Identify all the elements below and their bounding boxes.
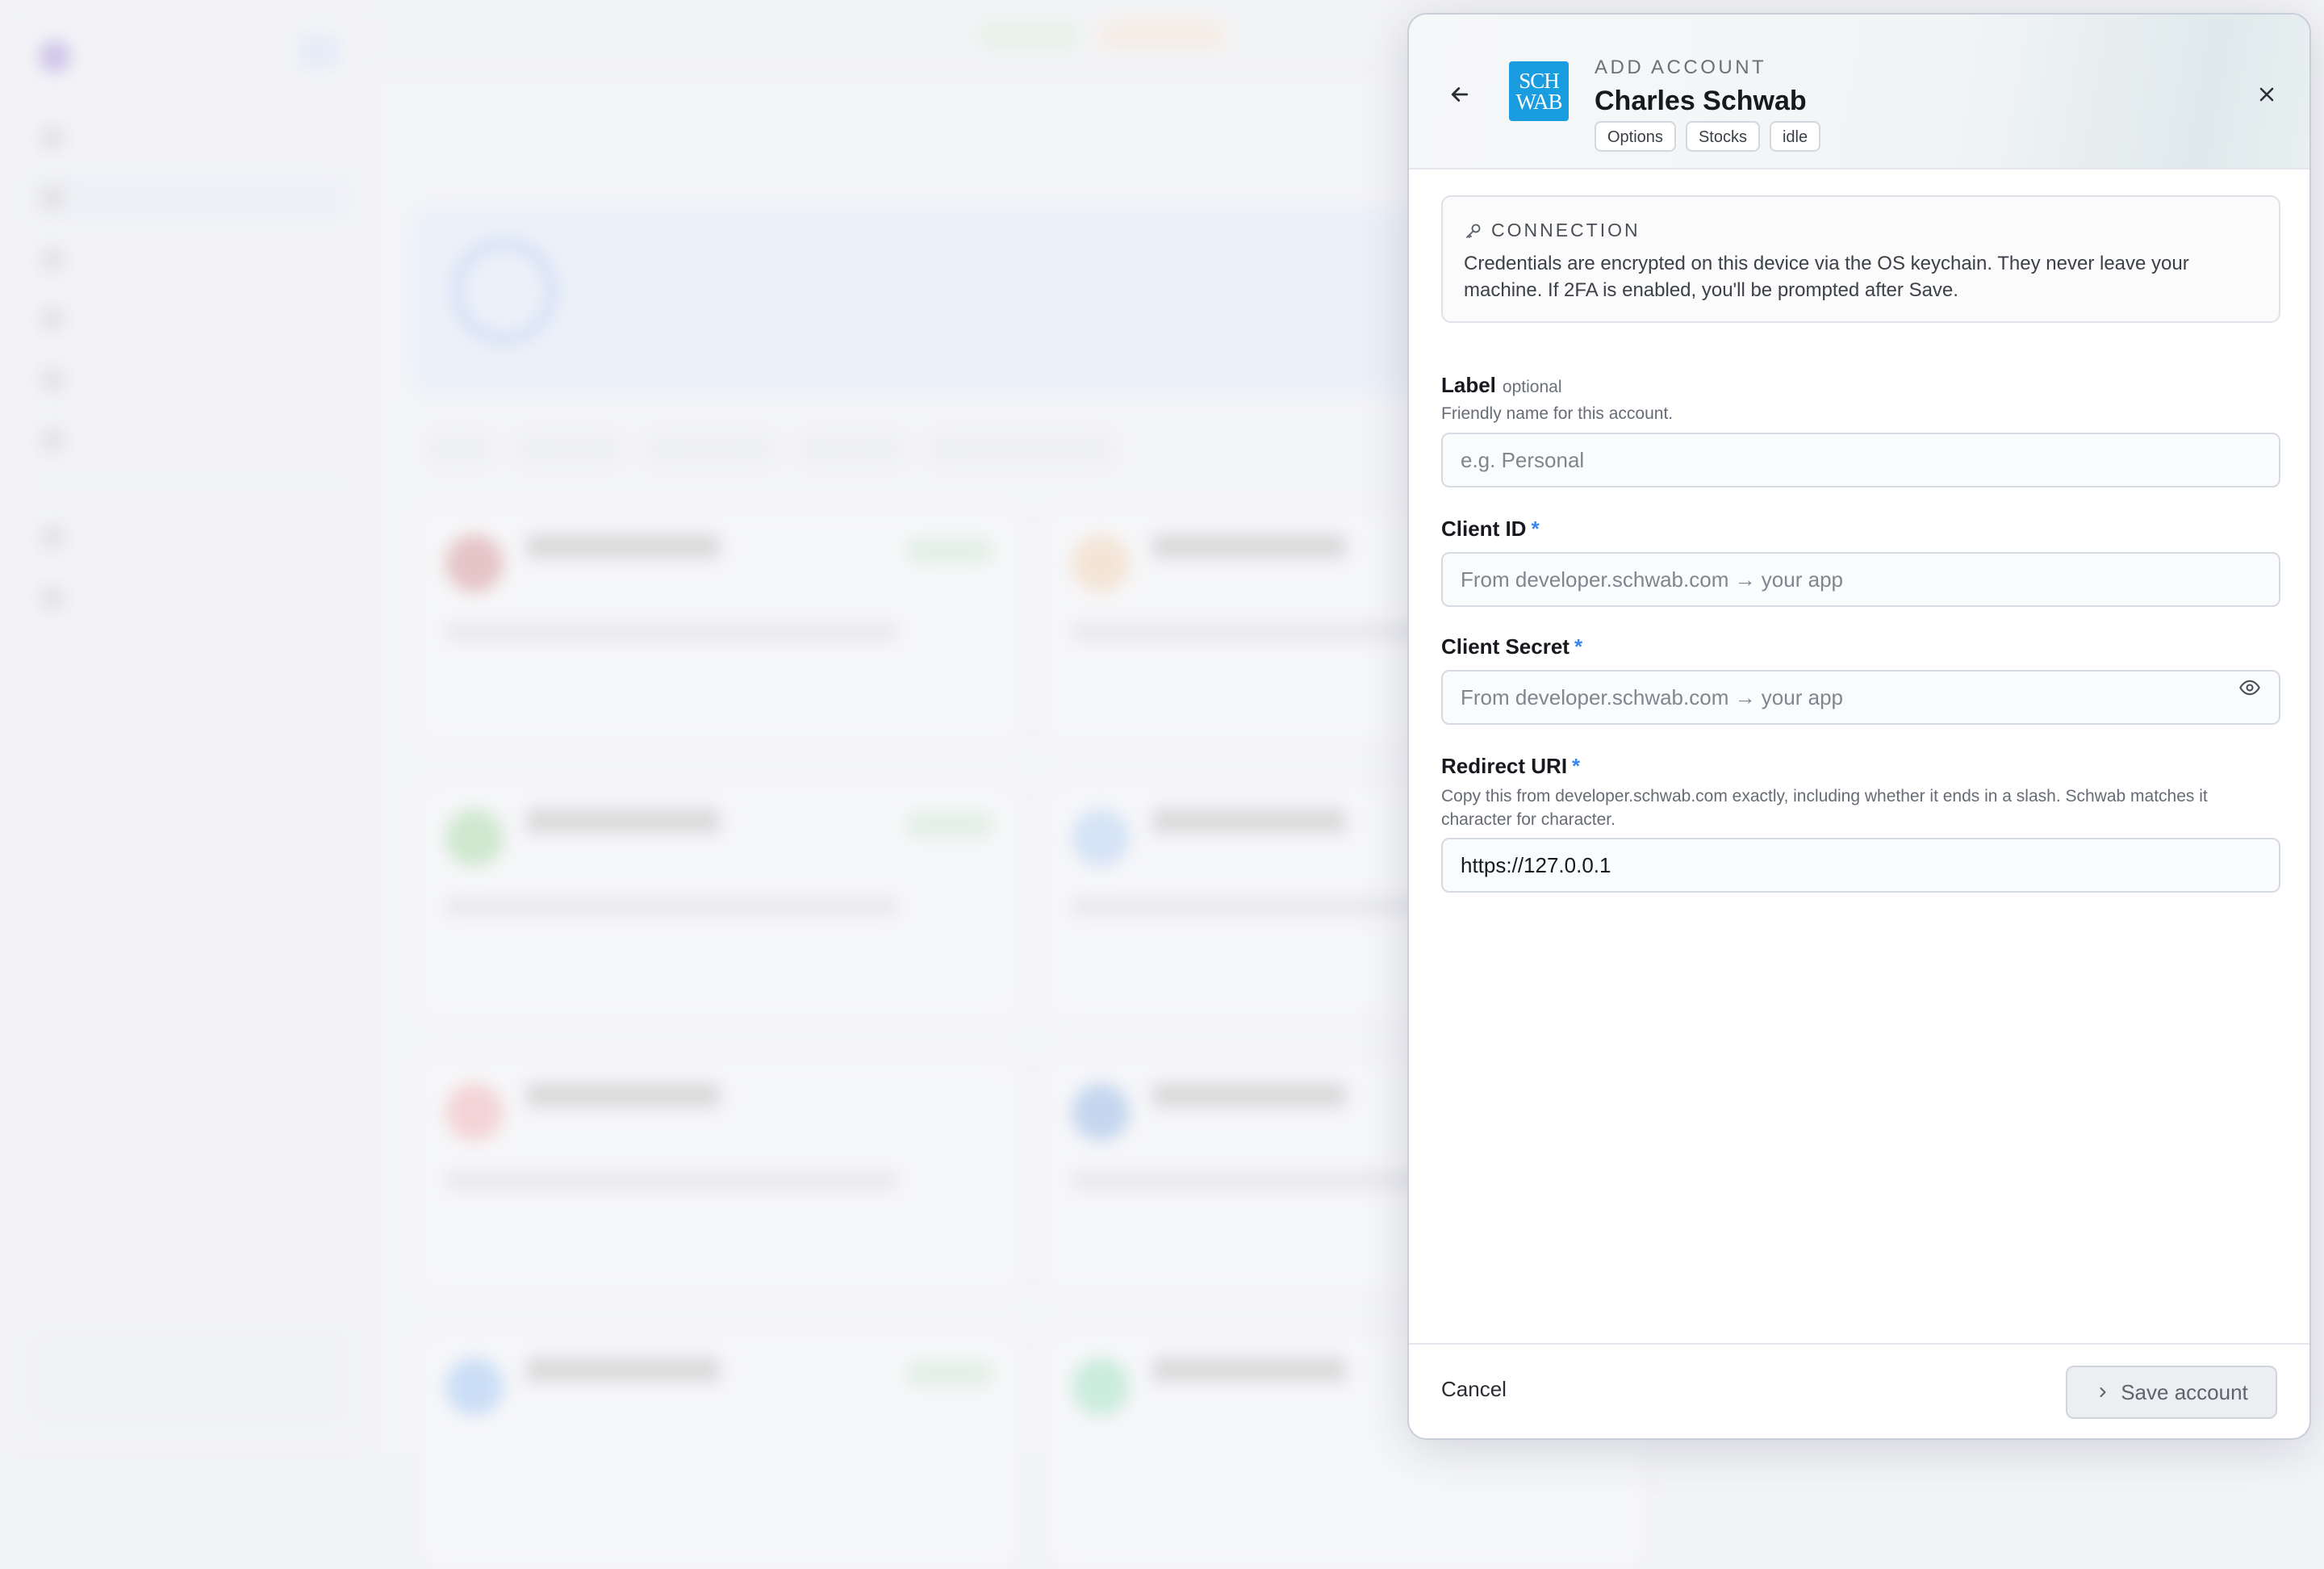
label-input[interactable] (1441, 433, 2280, 487)
connection-heading: CONNECTION (1464, 220, 1641, 241)
logo-line-1: SCH (1519, 69, 1560, 93)
tag-options: Options (1595, 121, 1676, 152)
required-marker: * (1572, 754, 1581, 778)
broker-tags: Options Stocks idle (1595, 121, 1821, 152)
client-id-label: Client ID * (1441, 517, 1540, 542)
redirect-uri-input[interactable] (1441, 838, 2280, 893)
schwab-logo: SCH WAB (1509, 61, 1569, 121)
close-button[interactable] (2248, 76, 2285, 113)
client-id-title: Client ID (1441, 517, 1527, 541)
connection-text: Credentials are encrypted on this device… (1464, 253, 2189, 301)
eye-icon (2239, 680, 2260, 696)
connection-info-box: CONNECTION Credentials are encrypted on … (1441, 195, 2280, 323)
arrow-left-icon (1451, 87, 1469, 102)
redirect-uri-label: Redirect URI * (1441, 754, 1580, 779)
chevron-right-icon (2100, 1387, 2106, 1397)
add-account-panel: SCH WAB ADD ACCOUNT Charles Schwab Optio… (1407, 13, 2311, 1440)
logo-line-2: WAB (1515, 90, 1563, 114)
client-id-input[interactable] (1441, 552, 2280, 607)
save-account-label: Save account (2121, 1379, 2248, 1404)
required-marker: * (1574, 634, 1583, 659)
panel-eyebrow: ADD ACCOUNT (1595, 56, 1767, 78)
optional-hint: optional (1502, 378, 1562, 396)
label-field-title: Label (1441, 373, 1496, 397)
label-field-label: Label optional (1441, 373, 1561, 398)
panel-header: SCH WAB ADD ACCOUNT Charles Schwab Optio… (1409, 15, 2309, 169)
connection-heading-label: CONNECTION (1491, 220, 1641, 241)
client-secret-input[interactable] (1441, 670, 2280, 725)
client-secret-label: Client Secret * (1441, 634, 1582, 659)
close-icon (2259, 87, 2274, 102)
client-secret-title: Client Secret (1441, 634, 1570, 659)
required-marker: * (1531, 517, 1540, 541)
tag-stocks: Stocks (1685, 121, 1760, 152)
cancel-button[interactable]: Cancel (1441, 1377, 1507, 1402)
save-account-button[interactable]: Save account (2066, 1366, 2277, 1419)
panel-title: Charles Schwab (1595, 86, 1807, 116)
panel-footer: Cancel Save account (1409, 1343, 2309, 1438)
tag-status: idle (1769, 121, 1821, 152)
back-button[interactable] (1441, 76, 1478, 113)
key-icon (1466, 224, 1481, 238)
redirect-uri-help: Copy this from developer.schwab.com exac… (1441, 787, 2208, 829)
toggle-secret-visibility-button[interactable] (2234, 672, 2266, 704)
label-field-help: Friendly name for this account. (1441, 404, 1674, 423)
redirect-uri-title: Redirect URI (1441, 754, 1568, 778)
